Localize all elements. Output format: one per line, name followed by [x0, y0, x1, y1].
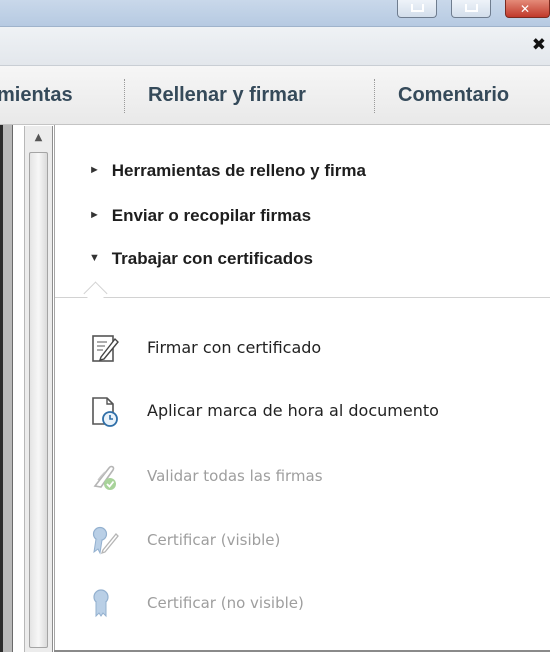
scrollbar-thumb[interactable] [29, 152, 48, 648]
sign-document-icon [92, 335, 119, 362]
tab-herramientas[interactable]: mientas [0, 66, 73, 124]
close-icon: ✕ [519, 2, 531, 16]
tab-rellenar-y-firmar[interactable]: Rellenar y firmar [148, 66, 306, 124]
tools-panel: ► Herramientas de relleno y firma ► Envi… [54, 125, 550, 652]
scroll-up-arrow-icon[interactable]: ▲ [25, 126, 52, 150]
validate-all-signatures-item: Validar todas las firmas [89, 459, 529, 493]
item-label: Aplicar marca de hora al documento [147, 401, 439, 420]
tab-comentario[interactable]: Comentario [398, 66, 509, 124]
validate-signatures-icon [93, 465, 116, 490]
item-label: Validar todas las firmas [147, 467, 323, 485]
vertical-scrollbar[interactable]: ▲ [24, 126, 53, 652]
collapse-arrow-icon: ▼ [89, 251, 100, 264]
section-label: Enviar o recopilar firmas [111, 206, 312, 225]
timestamp-document-icon [92, 397, 118, 427]
minimize-icon [411, 4, 424, 12]
section-pointer [83, 281, 108, 306]
certify-invisible-icon [93, 589, 109, 618]
section-enviar-o-recopilar[interactable]: ► Enviar o recopilar firmas [89, 203, 311, 229]
tool-tab-bar: mientas Rellenar y firmar Comentario [0, 66, 550, 125]
certify-visible-icon [92, 526, 119, 555]
expand-arrow-icon: ► [89, 208, 100, 221]
certify-invisible-item: Certificar (no visible) [89, 586, 529, 620]
item-label: Certificar (no visible) [147, 594, 304, 612]
maximize-button[interactable] [451, 0, 491, 18]
section-label: Herramientas de relleno y firma [111, 161, 366, 180]
document-gutter [3, 125, 12, 652]
item-label: Certificar (visible) [147, 531, 281, 549]
panel-header-bar: ✖ [0, 27, 550, 66]
timestamp-document-item[interactable]: Aplicar marca de hora al documento [89, 394, 529, 428]
section-divider [55, 297, 550, 298]
close-panel-icon[interactable]: ✖ [532, 35, 546, 55]
maximize-icon [465, 4, 478, 12]
tab-divider [124, 79, 125, 113]
expand-arrow-icon: ► [89, 163, 100, 176]
section-trabajar-con-certificados[interactable]: ▼ Trabajar con certificados [89, 246, 313, 272]
sign-with-certificate-item[interactable]: Firmar con certificado [89, 331, 529, 365]
item-label: Firmar con certificado [147, 338, 322, 357]
window-close-button[interactable]: ✕ [505, 0, 550, 18]
minimize-button[interactable] [397, 0, 437, 18]
gutter-divider [12, 125, 13, 652]
section-label: Trabajar con certificados [111, 249, 313, 268]
certify-visible-item: Certificar (visible) [89, 523, 529, 557]
section-herramientas-de-relleno[interactable]: ► Herramientas de relleno y firma [89, 158, 366, 184]
tab-divider [374, 79, 375, 113]
title-bar: ✕ [0, 0, 550, 27]
